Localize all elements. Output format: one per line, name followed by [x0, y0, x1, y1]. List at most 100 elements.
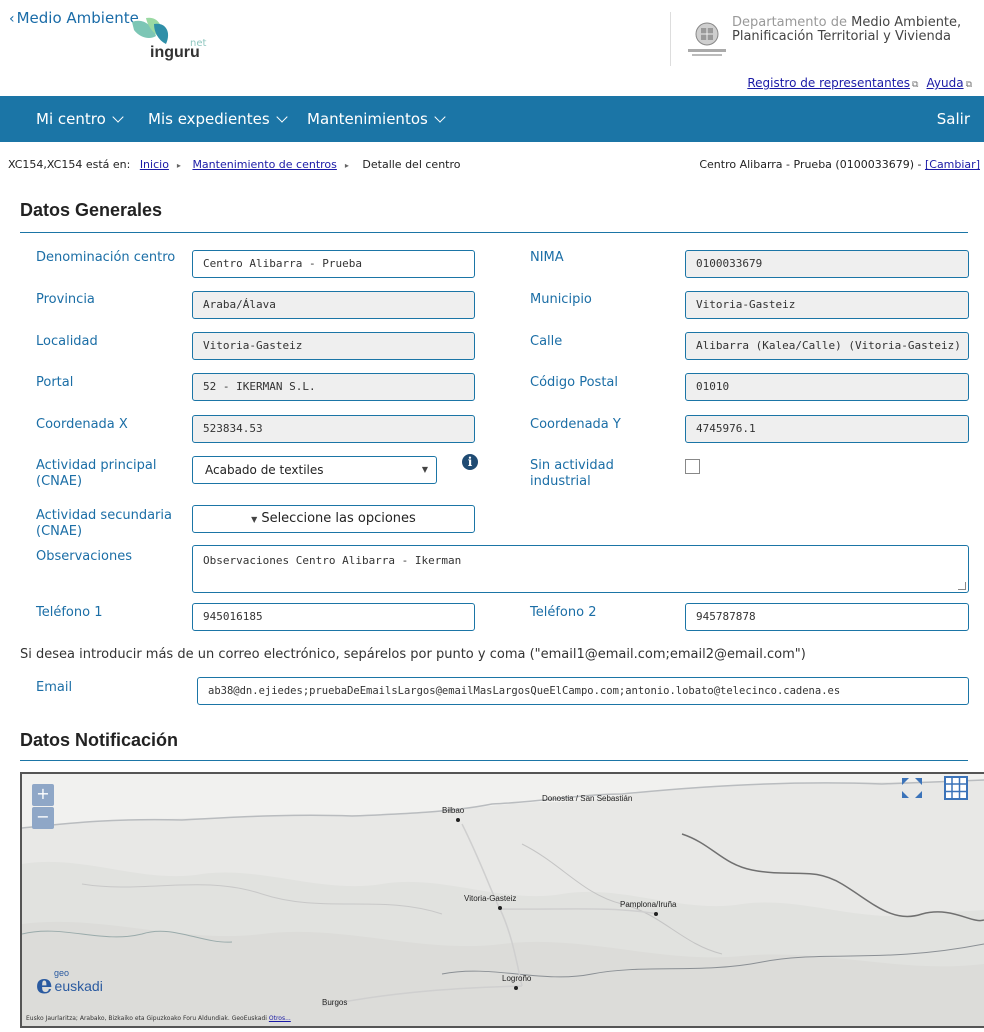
section-divider — [20, 232, 968, 233]
breadcrumb-separator: ▸ — [344, 161, 349, 170]
nav-mi-centro-label: Mi centro — [36, 110, 106, 128]
coordenada-y-input[interactable]: 4745976.1 — [685, 415, 969, 443]
actividad-secundaria-placeholder: Seleccione las opciones — [261, 511, 416, 526]
ayuda-link[interactable]: Ayuda — [926, 76, 963, 90]
info-icon[interactable]: i — [462, 454, 478, 470]
label-municipio: Municipio — [530, 292, 592, 307]
actividad-secundaria-multiselect[interactable]: ▼ Seleccione las opciones — [192, 505, 475, 533]
chevron-left-icon: ‹ — [9, 11, 15, 27]
center-info-text: Centro Alibarra - Prueba (0100033679) - — [699, 158, 922, 171]
label-provincia: Provincia — [36, 292, 95, 307]
breadcrumb-inicio[interactable]: Inicio — [140, 158, 169, 171]
telefono-1-input[interactable]: 945016185 — [192, 603, 475, 631]
provincia-input[interactable]: Araba/Álava — [192, 291, 475, 319]
label-email: Email — [36, 680, 73, 695]
nima-input[interactable]: 0100033679 — [685, 250, 969, 278]
codigo-postal-input[interactable]: 01010 — [685, 373, 969, 401]
city-label: Logroño — [502, 974, 531, 992]
registro-representantes-link[interactable]: Registro de representantes — [747, 76, 910, 90]
city-dot — [456, 818, 460, 822]
geoeuskadi-e-icon: e — [36, 970, 53, 1000]
label-coordenada-x: Coordenada X — [36, 417, 128, 432]
external-link-icon: ⧉ — [912, 80, 919, 90]
nav-mantenimientos[interactable]: Mantenimientos — [307, 110, 446, 128]
dept-prefix: Departamento de — [732, 15, 847, 30]
dept-line1: Medio Ambiente, — [851, 15, 962, 30]
logo-text: inguru — [150, 44, 200, 61]
actividad-principal-select[interactable]: Acabado de textiles ▼ — [192, 456, 437, 484]
main-navbar: Mi centro Mis expedientes Mantenimientos… — [0, 96, 984, 142]
localidad-input[interactable]: Vitoria-Gasteiz — [192, 332, 475, 360]
salir-button[interactable]: Salir — [937, 110, 970, 128]
label-sin-actividad: Sin actividad industrial — [530, 458, 614, 489]
dept-line2: Planificación Territorial y Vivienda — [732, 29, 951, 44]
chevron-down-icon — [434, 111, 446, 123]
header: ‹ Medio Ambiente net inguru Departamento … — [0, 0, 984, 96]
breadcrumb-current: Detalle del centro — [362, 158, 461, 171]
map-viewer[interactable]: + − Bilbao Donostia / San Sebastián Vito… — [20, 772, 984, 1028]
label-actividad-secundaria: Actividad secundaria (CNAE) — [36, 508, 172, 539]
city-label: Donostia / San Sebastián — [542, 794, 633, 803]
email-input[interactable]: ab38@dn.ejiedes;pruebaDeEmailsLargos@ema… — [197, 677, 969, 705]
observaciones-textarea[interactable]: Observaciones Centro Alibarra - Ikerman — [192, 545, 969, 593]
salir-label: Salir — [936, 110, 970, 128]
section-divider — [20, 760, 968, 761]
map-attribution: Eusko Jaurlaritza; Arabako, Bizkaiko eta… — [26, 1015, 291, 1022]
basque-government-seal-icon — [688, 22, 726, 56]
label-codigo-postal: Código Postal — [530, 375, 619, 390]
dropdown-arrow-icon: ▼ — [251, 515, 258, 524]
label-denominacion: Denominación centro — [36, 250, 176, 265]
city-dot — [654, 912, 658, 916]
department-name: Departamento de Medio Ambiente, Planific… — [732, 16, 961, 44]
city-label: Pamplona/Iruña — [620, 900, 676, 918]
back-link-label: Medio Ambiente — [16, 9, 139, 27]
resize-handle-icon[interactable] — [958, 582, 966, 590]
breadcrumb-mantenimiento[interactable]: Mantenimiento de centros — [192, 158, 336, 171]
label-calle: Calle — [530, 334, 563, 349]
back-link-medio-ambiente[interactable]: ‹ Medio Ambiente — [9, 9, 139, 27]
nav-mis-expedientes-label: Mis expedientes — [148, 110, 270, 128]
layers-grid-icon[interactable] — [942, 774, 970, 802]
logo-geo: geo — [54, 968, 70, 978]
attribution-otros-link[interactable]: Otros... — [269, 1015, 291, 1022]
portal-input[interactable]: 52 - IKERMAN S.L. — [192, 373, 475, 401]
municipio-input[interactable]: Vitoria-Gasteiz — [685, 291, 969, 319]
sin-actividad-checkbox[interactable] — [685, 459, 700, 474]
label-nima: NIMA — [530, 250, 564, 265]
breadcrumb-separator: ▸ — [176, 161, 181, 170]
calle-input[interactable]: Alibarra (Kalea/Calle) (Vitoria-Gasteiz) — [685, 332, 969, 360]
chevron-down-icon — [275, 111, 288, 123]
city-dot — [498, 906, 502, 910]
city-dot — [514, 986, 518, 990]
top-links: Registro de representantes ⧉ Ayuda ⧉ — [743, 76, 976, 90]
coordenada-x-input[interactable]: 523834.53 — [192, 415, 475, 443]
nav-mantenimientos-label: Mantenimientos — [307, 110, 428, 128]
denominacion-input[interactable]: Centro Alibarra - Prueba — [192, 250, 475, 278]
section-title-datos-notificacion: Datos Notificación — [20, 730, 179, 750]
section-title-datos-generales: Datos Generales — [20, 200, 163, 220]
dropdown-arrow-icon: ▼ — [421, 465, 428, 474]
breadcrumb-prefix: XC154,XC154 está en: — [8, 158, 131, 171]
telefono-2-input[interactable]: 945787878 — [685, 603, 969, 631]
label-portal: Portal — [36, 375, 74, 390]
label-observaciones: Observaciones — [36, 549, 132, 564]
cambiar-link[interactable]: [Cambiar] — [925, 158, 980, 171]
zoom-in-button[interactable]: + — [32, 784, 54, 806]
label-coordenada-y: Coordenada Y — [530, 417, 621, 432]
city-label: Burgos — [322, 998, 348, 1007]
nav-mi-centro[interactable]: Mi centro — [36, 110, 124, 128]
header-divider — [670, 12, 671, 66]
chevron-down-icon — [112, 111, 124, 123]
zoom-out-button[interactable]: − — [32, 807, 54, 829]
label-actividad-principal: Actividad principal (CNAE) — [36, 458, 157, 489]
label-telefono-2: Teléfono 2 — [530, 605, 597, 620]
breadcrumb: XC154,XC154 está en: Inicio ▸ Mantenimien… — [8, 158, 461, 171]
city-label: Vitoria-Gasteiz — [464, 894, 516, 912]
nav-mis-expedientes[interactable]: Mis expedientes — [148, 110, 288, 128]
geoeuskadi-logo: e euskadi geo — [36, 968, 103, 1000]
email-hint: Si desea introducir más de un correo ele… — [20, 647, 806, 662]
fullscreen-icon[interactable] — [898, 774, 926, 802]
actividad-principal-value: Acabado de textiles — [205, 463, 324, 477]
label-localidad: Localidad — [36, 334, 98, 349]
label-telefono-1: Teléfono 1 — [36, 605, 103, 620]
